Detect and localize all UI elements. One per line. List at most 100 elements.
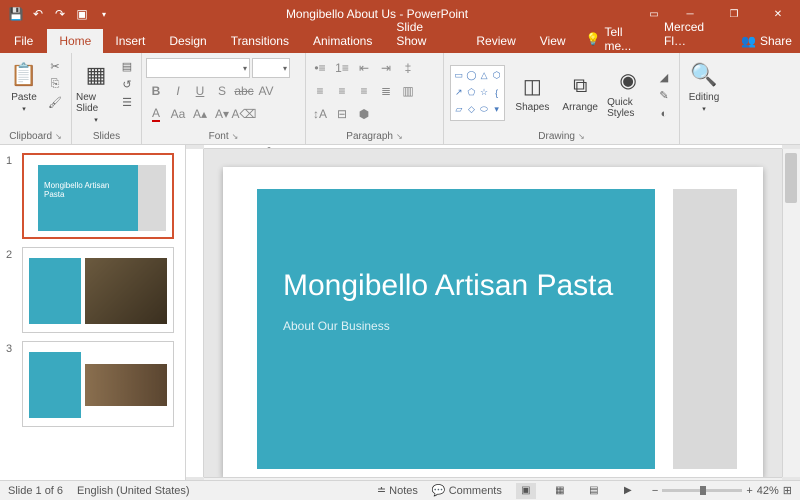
drawing-dialog-icon[interactable]: ↘ (578, 132, 585, 141)
thumbnail-1[interactable]: 1 Mongibello Artisan Pasta (0, 149, 185, 243)
group-slides: ▦ New Slide▾ ▤ ↺ ☰ Slides (72, 53, 142, 144)
shapes-button[interactable]: ◫Shapes (511, 72, 553, 113)
line-spacing-button[interactable]: ‡ (398, 58, 418, 78)
group-paragraph: •≡ 1≡ ⇤ ⇥ ‡ ≡ ≡ ≡ ≣ ▥ ↕A ⊟ ⬢ Paragraph↘ (306, 53, 444, 144)
indent-decrease-button[interactable]: ⇤ (354, 58, 374, 78)
horizontal-scrollbar[interactable] (204, 477, 782, 480)
text-direction-button[interactable]: ↕A (310, 104, 330, 124)
change-case-button[interactable]: Aa (168, 104, 188, 124)
qat-more-icon[interactable]: ▾ (94, 4, 114, 24)
slide-subtitle[interactable]: About Our Business (283, 319, 629, 333)
reading-view-icon[interactable]: ▤ (584, 483, 604, 499)
copy-icon[interactable]: ⎘ (46, 76, 64, 92)
layout-icon[interactable]: ▤ (118, 58, 136, 74)
shape-outline-icon[interactable]: ✎ (655, 88, 673, 104)
slide-title[interactable]: Mongibello Artisan Pasta (283, 269, 629, 304)
lightbulb-icon: 💡 (586, 32, 601, 46)
vertical-ruler[interactable] (186, 149, 204, 477)
zoom-out-icon[interactable]: − (652, 485, 658, 497)
clear-format-button[interactable]: A⌫ (234, 104, 254, 124)
paste-button[interactable]: 📋 Paste▾ (4, 56, 44, 113)
zoom-in-icon[interactable]: + (746, 485, 752, 497)
shapes-gallery[interactable]: ▭◯△⬡ ↗⬠☆{ ▱◇⬭▾ (450, 65, 505, 121)
columns-button[interactable]: ▥ (398, 81, 418, 101)
language-indicator[interactable]: English (United States) (77, 485, 190, 497)
find-icon: 🔍 (689, 60, 719, 90)
share-icon: 👥 (741, 34, 756, 48)
user-account[interactable]: Merced Fl… (656, 15, 733, 53)
share-button[interactable]: 👥Share (733, 29, 800, 53)
slide-counter[interactable]: Slide 1 of 6 (8, 485, 63, 497)
shrink-font-button[interactable]: A▾ (212, 104, 232, 124)
current-slide[interactable]: Mongibello Artisan Pasta About Our Busin… (223, 167, 763, 477)
font-family-combo[interactable] (146, 58, 250, 78)
indent-increase-button[interactable]: ⇥ (376, 58, 396, 78)
shapes-icon: ◫ (518, 72, 546, 100)
align-center-button[interactable]: ≡ (332, 81, 352, 101)
slide-canvas[interactable]: Mongibello Artisan Pasta About Our Busin… (204, 149, 782, 477)
undo-icon[interactable]: ↶ (28, 4, 48, 24)
shape-effects-icon[interactable]: ◐ (655, 106, 673, 122)
notes-button[interactable]: ≐ Notes (377, 484, 418, 497)
slideshow-view-icon[interactable]: ▶ (618, 483, 638, 499)
numbering-button[interactable]: 1≡ (332, 58, 352, 78)
tab-view[interactable]: View (528, 29, 578, 53)
align-right-button[interactable]: ≡ (354, 81, 374, 101)
tab-file[interactable]: File (0, 29, 47, 53)
italic-button[interactable]: I (168, 81, 188, 101)
slide-thumbnails-pane[interactable]: 1 Mongibello Artisan Pasta 2 3 (0, 145, 186, 480)
font-size-combo[interactable] (252, 58, 290, 78)
zoom-control[interactable]: − + 42% ⊞ (652, 484, 792, 497)
paragraph-dialog-icon[interactable]: ↘ (396, 132, 403, 141)
vertical-scrollbar[interactable] (782, 149, 800, 477)
tab-home[interactable]: Home (47, 29, 103, 53)
clipboard-dialog-icon[interactable]: ↘ (55, 132, 62, 141)
justify-button[interactable]: ≣ (376, 81, 396, 101)
save-icon[interactable]: 💾 (6, 4, 26, 24)
font-dialog-icon[interactable]: ↘ (232, 132, 239, 141)
arrange-icon: ⧉ (566, 72, 594, 100)
format-painter-icon[interactable]: 🖌 (46, 94, 64, 110)
normal-view-icon[interactable]: ▣ (516, 483, 536, 499)
align-text-button[interactable]: ⊟ (332, 104, 352, 124)
quick-styles-button[interactable]: ◉Quick Styles (607, 67, 649, 119)
close-button[interactable]: ✕ (756, 0, 800, 28)
tab-design[interactable]: Design (157, 29, 218, 53)
tab-transitions[interactable]: Transitions (219, 29, 301, 53)
shape-fill-icon[interactable]: ◢ (655, 70, 673, 86)
start-from-beginning-icon[interactable]: ▣ (72, 4, 92, 24)
arrange-button[interactable]: ⧉Arrange (559, 72, 601, 113)
sorter-view-icon[interactable]: ▦ (550, 483, 570, 499)
align-left-button[interactable]: ≡ (310, 81, 330, 101)
new-slide-button[interactable]: ▦ New Slide▾ (76, 56, 116, 124)
font-color-button[interactable]: A (146, 104, 166, 124)
underline-button[interactable]: U (190, 81, 210, 101)
tab-review[interactable]: Review (464, 29, 527, 53)
tab-animations[interactable]: Animations (301, 29, 384, 53)
fit-window-icon[interactable]: ⊞ (783, 484, 792, 497)
char-spacing-button[interactable]: AV (256, 81, 276, 101)
section-icon[interactable]: ☰ (118, 94, 136, 110)
smartart-button[interactable]: ⬢ (354, 104, 374, 124)
bullets-button[interactable]: •≡ (310, 58, 330, 78)
bold-button[interactable]: B (146, 81, 166, 101)
tell-me[interactable]: 💡Tell me... (578, 25, 656, 53)
thumbnail-3[interactable]: 3 (0, 337, 185, 431)
redo-icon[interactable]: ↷ (50, 4, 70, 24)
ribbon-tabs: File Home Insert Design Transitions Anim… (0, 28, 800, 53)
strike-button[interactable]: abc (234, 81, 254, 101)
quick-styles-icon: ◉ (614, 67, 642, 95)
comments-button[interactable]: 💬 Comments (432, 484, 502, 497)
thumbnail-2[interactable]: 2 (0, 243, 185, 337)
zoom-percent[interactable]: 42% (757, 485, 779, 497)
window-title: Mongibello About Us - PowerPoint (114, 7, 640, 21)
editing-button[interactable]: 🔍 Editing▾ (684, 56, 724, 113)
slide-placeholder[interactable] (673, 189, 737, 469)
shadow-button[interactable]: S (212, 81, 232, 101)
tab-slideshow[interactable]: Slide Show (384, 15, 464, 53)
grow-font-button[interactable]: A▴ (190, 104, 210, 124)
cut-icon[interactable]: ✂ (46, 58, 64, 74)
tab-insert[interactable]: Insert (103, 29, 157, 53)
zoom-slider[interactable] (662, 489, 742, 492)
reset-icon[interactable]: ↺ (118, 76, 136, 92)
